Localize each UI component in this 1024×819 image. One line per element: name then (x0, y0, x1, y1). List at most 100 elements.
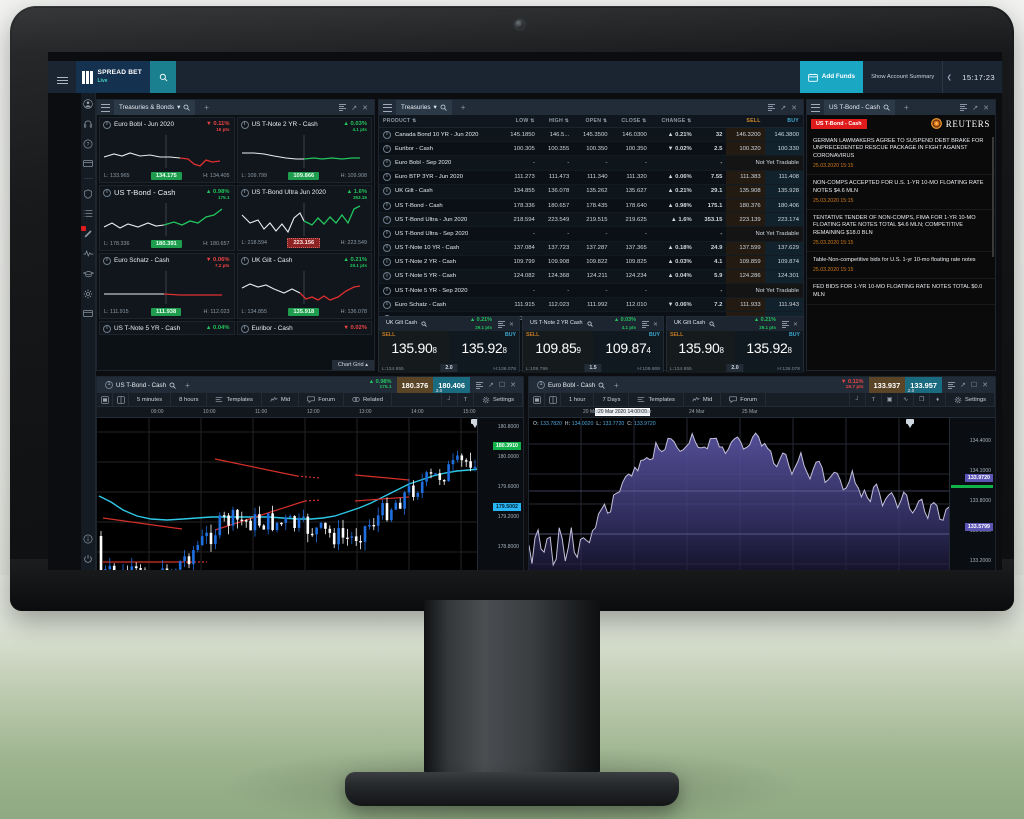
sell-cell[interactable]: 146.3200 (726, 127, 765, 143)
help-icon[interactable]: ? (83, 138, 94, 149)
buy-cell[interactable]: 137.629 (764, 241, 803, 256)
tab-chart-euro-bobl[interactable]: 1 Euro Bobl - Cash (537, 381, 605, 389)
column-header[interactable]: CLOSE ⇅ (611, 115, 651, 128)
watchlist-card[interactable]: i Euro Schatz - Cash ▼ 0.06% 7.2 pts L: 111.… (99, 253, 235, 319)
layout-icon[interactable] (545, 392, 561, 407)
info-icon[interactable]: i (383, 158, 391, 167)
watchlist-card[interactable]: i US T-Bond Ultra Jun 2020 ▲ 1.6% 353.15 L: … (236, 185, 372, 251)
table-row[interactable]: i US T-Note 5 YR - Cash 124.082 124.368 124.… (379, 269, 803, 285)
panel-options-icon[interactable] (641, 320, 649, 328)
support-headset-icon[interactable] (83, 118, 94, 129)
buy-cell[interactable]: 135.928 (764, 184, 803, 199)
settings-gear-icon[interactable] (83, 288, 94, 299)
chart-settings-button[interactable]: Settings (474, 392, 523, 407)
panel-options-icon[interactable] (768, 104, 776, 111)
sell-cell[interactable]: 100.320 (726, 141, 765, 157)
grid-icon[interactable]: ▣ (882, 392, 899, 407)
deal-ticket[interactable]: UK Gilt Cash ▲ 0.21% 29.1 pts ✕ SELL 135.908 B… (666, 316, 804, 373)
info-icon[interactable]: i (383, 258, 391, 267)
layout-icon[interactable] (113, 392, 129, 407)
sell-cell[interactable]: 223.139 (726, 212, 765, 228)
deal-ticket[interactable]: UK Gilt Cash ▲ 0.21% 29.1 pts ✕ SELL 135.908 B… (378, 316, 520, 373)
table-row[interactable]: i US T-Note 2 YR - Cash 109.799 109.908 109.… (379, 255, 803, 270)
copy-icon[interactable]: ❐ (914, 392, 931, 407)
shield-icon[interactable] (83, 188, 94, 199)
info-icon[interactable]: i (383, 272, 391, 281)
info-icon[interactable]: i (103, 325, 111, 333)
forum-button[interactable]: Forum (299, 392, 344, 407)
panel-options-icon[interactable] (947, 381, 955, 389)
info-icon[interactable]: i (383, 130, 391, 139)
buy-cell[interactable]: 100.330 (764, 141, 803, 157)
scale-icon[interactable]: ┘ (850, 392, 867, 407)
buy-cell[interactable]: 111.408 (764, 170, 803, 185)
forum-button[interactable]: Forum (721, 392, 766, 407)
chart-right-sell-button[interactable]: 133.937 2.0 (868, 377, 914, 394)
account-icon[interactable] (83, 98, 94, 109)
buy-cell[interactable]: 109.874 (764, 255, 803, 270)
watchlist-card[interactable]: i US T-Note 2 YR - Cash ▲ 0.03% 4.1 pts L: 1… (236, 117, 372, 183)
templates-button[interactable]: Templates (207, 392, 262, 407)
info-icon[interactable]: i (240, 257, 249, 265)
panel-options-icon[interactable] (475, 381, 483, 389)
maximize-icon[interactable]: ☐ (971, 381, 977, 389)
text-tool-icon[interactable]: T (458, 392, 475, 407)
watchlist-card[interactable]: i Euribor - Cash ▼ 0.02% (236, 321, 372, 335)
chart-grid-button[interactable]: Chart Grid ▴ (331, 360, 374, 370)
watchlist-card[interactable]: i US T-Note 5 YR - Cash ▲ 0.04% (99, 321, 235, 335)
table-row[interactable]: i US T-Note 10 YR - Cash 137.084 137.723 137… (379, 241, 803, 256)
column-header[interactable]: CHANGE ⇅ (650, 115, 696, 128)
chart-settings-button[interactable]: Settings (946, 392, 995, 407)
close-icon[interactable]: ✕ (509, 321, 516, 328)
panel-options-icon[interactable] (339, 104, 347, 111)
add-funds-button[interactable]: Add Funds (799, 61, 864, 93)
period-button[interactable]: 8 hours (171, 392, 208, 407)
education-icon[interactable] (82, 268, 94, 279)
news-item[interactable]: GERMAN LAWMAKERS AGREE TO SUSPEND DEBT B… (807, 133, 995, 176)
info-icon[interactable]: i (383, 173, 391, 182)
close-icon[interactable]: ✕ (793, 321, 800, 328)
add-tab-button[interactable]: + (899, 103, 914, 112)
global-search-button[interactable] (150, 61, 176, 93)
table-row[interactable]: i Euro Bobl - Sep 2020- - - - - Not Yet Tradab… (379, 155, 803, 171)
deal-ticket[interactable]: US T-Note 2 YR Cash ▲ 0.03% 4.1 pts ✕ SELL 10… (522, 316, 664, 373)
tab-treasuries[interactable]: Treasuries ▾ (396, 100, 452, 115)
templates-button[interactable]: Templates (629, 392, 684, 407)
panel-options-icon[interactable] (497, 320, 505, 328)
info-icon[interactable]: i (240, 121, 249, 129)
add-tab-button[interactable]: + (199, 103, 214, 112)
info-icon[interactable]: i (103, 121, 111, 129)
column-header[interactable]: SELL (726, 115, 765, 128)
close-icon[interactable]: ✕ (510, 381, 516, 389)
tab-us-tbond-news[interactable]: US T-Bond - Cash (824, 100, 895, 115)
sell-cell[interactable]: 135.908 (726, 184, 765, 199)
price-mode-button[interactable]: Mid (262, 392, 300, 407)
expand-icon[interactable]: ↗ (351, 104, 357, 112)
watchlist-card[interactable]: i US T-Bond - Cash ▲ 0.98% 175.1 L: 178.336 1… (99, 185, 235, 251)
expand-icon[interactable]: ↗ (488, 381, 494, 389)
table-row[interactable]: i Euro Schatz - Cash 111.915 112.023 111.992… (379, 297, 803, 313)
add-tab-button[interactable]: + (456, 103, 471, 112)
column-header[interactable]: PRODUCT ⇅ (379, 115, 501, 128)
chart-type-icon[interactable] (97, 392, 113, 407)
info-icon[interactable] (83, 533, 94, 544)
table-row[interactable]: i Canada Bond 10 YR - Jun 2020 145.1850 146… (379, 127, 803, 143)
list-icon[interactable] (83, 208, 94, 219)
scale-icon[interactable]: ┘ (442, 392, 459, 407)
panel-menu-icon[interactable] (101, 103, 110, 112)
info-icon[interactable]: i (240, 325, 249, 333)
table-row[interactable]: i UK Gilt - Cash 134.855 136.078 135.262 135.… (379, 184, 803, 199)
news-item[interactable]: TENTATIVE TENDER OF NON-COMPS, FIMA FOR … (807, 210, 995, 252)
wallet-icon[interactable] (83, 158, 94, 169)
price-mode-button[interactable]: Mid (684, 392, 722, 407)
sell-cell[interactable]: 124.286 (726, 269, 765, 285)
column-header[interactable]: LOW ⇅ (500, 115, 539, 128)
table-row[interactable]: i US T-Note 5 YR - Sep 2020- - - - - Not Yet T… (379, 283, 803, 299)
watchlist-card[interactable]: i Euro Bobl - Jun 2020 ▼ 0.11% 16 pts L: 133… (99, 117, 235, 183)
close-icon[interactable]: ✕ (362, 104, 368, 112)
table-row[interactable]: i US T-Bond Ultra - Sep 2020- - - - - Not Yet … (379, 226, 803, 242)
chart-left-plot[interactable]: 180.8000 180.0000 179.6000 179.2000 178.8000… (97, 418, 523, 570)
buy-cell[interactable]: 124.301 (764, 269, 803, 285)
pulse-icon[interactable] (83, 248, 94, 259)
chart-type-icon[interactable] (529, 392, 545, 407)
